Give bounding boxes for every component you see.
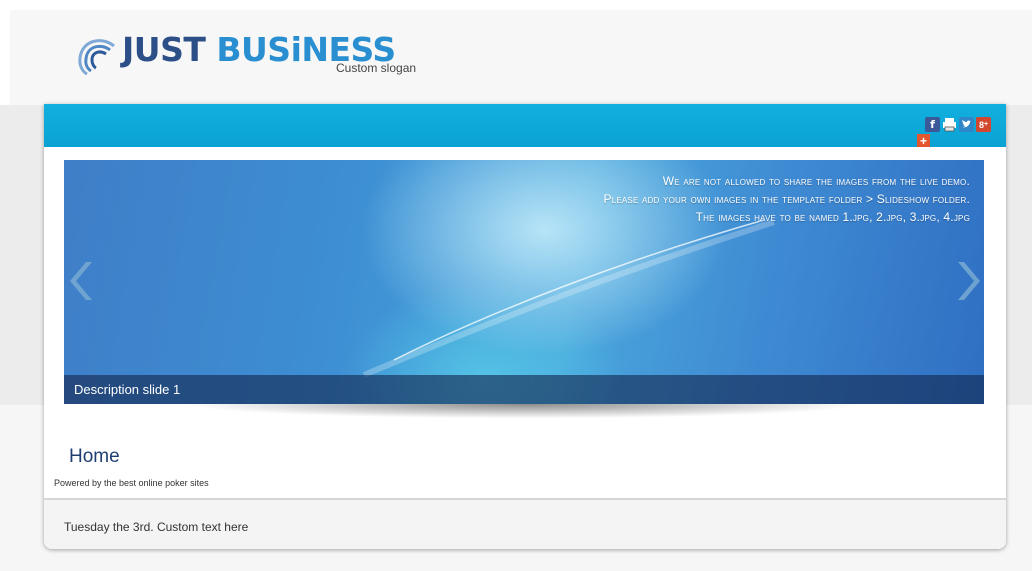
google-plus-icon[interactable]: 8 + (976, 117, 991, 132)
chevron-right-icon (958, 262, 980, 300)
footer: Tuesday the 3rd. Custom text here (44, 498, 1006, 549)
main-panel: f 8 + + We are not allowed to share the i… (44, 104, 1006, 549)
facebook-icon[interactable]: f (925, 117, 940, 132)
powered-by-link[interactable]: Powered by the best online poker sites (54, 478, 209, 488)
site-slogan: Custom slogan (336, 61, 417, 75)
notice-line: Please add your own images in the templa… (603, 192, 970, 206)
notice-line: We are not allowed to share the images f… (662, 174, 970, 188)
notice-line: The images have to be named 1.jpg, 2.jpg… (695, 210, 970, 224)
slide-next-button[interactable] (952, 258, 982, 304)
site-logo[interactable]: JUST BUSiNESS Custom slogan (74, 30, 416, 90)
slideshow-notice: We are not allowed to share the images f… (604, 172, 971, 226)
print-icon[interactable] (942, 117, 957, 132)
page-title: Home (69, 446, 120, 467)
slide-prev-button[interactable] (68, 258, 98, 304)
footer-text: Tuesday the 3rd. Custom text here (64, 520, 249, 534)
logo-swirl-icon (78, 39, 115, 76)
slide-shadow (104, 404, 944, 422)
social-icons: f 8 + (925, 117, 991, 132)
top-bar: f 8 + + (44, 104, 1006, 148)
twitter-icon[interactable] (959, 117, 974, 132)
addthis-plus-icon[interactable]: + (917, 134, 930, 148)
chevron-left-icon (70, 262, 92, 300)
brand-part-just: JUST (122, 30, 206, 69)
slideshow[interactable]: We are not allowed to share the images f… (64, 160, 984, 404)
slide-caption: Description slide 1 (64, 375, 984, 404)
